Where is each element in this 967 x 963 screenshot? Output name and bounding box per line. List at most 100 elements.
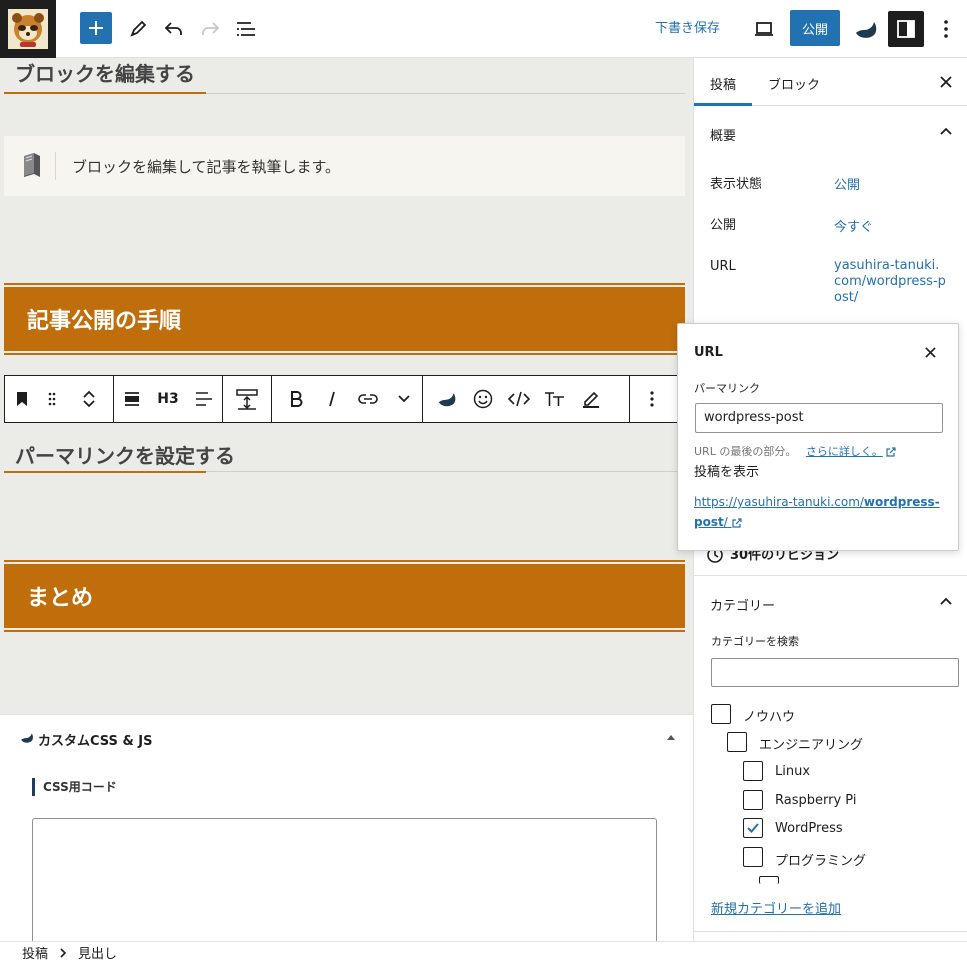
add-block-button[interactable] <box>80 12 112 44</box>
chevron-right-icon <box>60 947 67 958</box>
category-label: プログラミング <box>775 854 867 869</box>
learn-more-link[interactable]: さらに詳しく。 <box>806 445 883 458</box>
add-new-category-link[interactable]: 新規カテゴリーを追加 <box>711 898 841 917</box>
panel-title[interactable]: カスタムCSS & JS <box>38 730 153 749</box>
tools-button[interactable] <box>120 11 156 47</box>
plugin-button[interactable] <box>848 11 884 47</box>
chevron-down-icon <box>397 394 411 404</box>
h2-heading-text[interactable]: 記事公開の手順 <box>4 287 685 351</box>
close-icon[interactable] <box>940 76 952 88</box>
info-box-block[interactable]: ブロックを編集して記事を執筆します。 <box>4 136 685 196</box>
align-wide-icon <box>124 392 140 406</box>
h2-heading-text[interactable]: まとめ <box>4 564 685 628</box>
bold-icon <box>289 391 303 407</box>
category-checkbox-engineering[interactable] <box>727 732 747 752</box>
inline-code-button[interactable] <box>501 376 537 422</box>
visibility-value[interactable]: 公開 <box>834 174 860 193</box>
category-label: ノウハウ <box>743 710 796 725</box>
post-url-base[interactable]: https://yasuhira-tanuki.com/ <box>694 495 864 509</box>
heading-text[interactable]: パーマリンクを設定する <box>4 440 685 469</box>
summary-panel-title[interactable]: 概要 <box>710 125 736 144</box>
emoji-button[interactable] <box>465 376 501 422</box>
link-button[interactable] <box>350 376 386 422</box>
heading-block[interactable]: ブロックを編集する <box>4 58 685 94</box>
block-options-button[interactable] <box>630 376 674 422</box>
category-checkbox-programming[interactable] <box>743 847 763 867</box>
category-checkbox-raspberry-pi[interactable] <box>743 790 763 810</box>
checkmark-icon <box>745 820 761 836</box>
vertical-dots-icon <box>944 20 948 38</box>
category-label: Raspberry Pi <box>775 793 857 808</box>
category-checkbox-wordpress[interactable] <box>743 818 763 838</box>
css-code-textarea[interactable] <box>32 818 657 958</box>
category-checkbox-linux[interactable] <box>743 761 763 781</box>
tab-block[interactable]: ブロック <box>768 74 820 93</box>
post-url-suffix[interactable]: / <box>724 515 728 529</box>
permalink-input[interactable]: wordpress-post <box>695 403 943 433</box>
category-search-input[interactable] <box>711 658 959 687</box>
breadcrumb-item-post[interactable]: 投稿 <box>22 943 48 962</box>
settings-sidebar-toggle[interactable] <box>888 11 924 47</box>
chevron-up-icon[interactable] <box>940 127 952 135</box>
publish-button[interactable]: 公開 <box>790 10 840 46</box>
heading-text[interactable]: ブロックを編集する <box>4 58 685 87</box>
italic-icon <box>326 391 338 407</box>
breadcrumb: 投稿 見出し <box>0 941 967 963</box>
sidebar-tabs: 投稿 ブロック <box>694 58 967 106</box>
h2-heading-block[interactable]: 記事公開の手順 <box>4 283 685 355</box>
more-formats-button[interactable] <box>386 376 422 422</box>
font-size-button[interactable] <box>537 376 573 422</box>
heading-level-button[interactable]: H3 <box>150 376 186 422</box>
redo-button[interactable] <box>192 11 228 47</box>
highlight-button[interactable] <box>573 376 609 422</box>
heading-block-selected[interactable]: パーマリンクを設定する <box>4 440 685 473</box>
desktop-icon <box>754 21 774 37</box>
options-menu-button[interactable] <box>928 11 964 47</box>
popover-title: URL <box>694 345 723 360</box>
document-overview-button[interactable] <box>228 11 264 47</box>
view-post-link[interactable]: https://yasuhira-tanuki.com/wordpress-po… <box>694 492 944 532</box>
undo-button[interactable] <box>156 11 192 47</box>
heading-accent-line <box>4 92 206 94</box>
toolbar-group-spacing <box>223 376 272 422</box>
site-logo-button[interactable] <box>0 0 56 58</box>
url-value[interactable]: yasuhira-tanuki.com/wordpress-post/ <box>834 258 946 306</box>
info-box-text[interactable]: ブロックを編集して記事を執筆します。 <box>72 156 340 177</box>
chevron-up-icon[interactable] <box>82 389 96 399</box>
category-checkbox-partial[interactable] <box>759 876 779 884</box>
preview-button[interactable] <box>746 11 782 47</box>
marker-icon <box>581 389 601 409</box>
text-align-button[interactable] <box>186 376 222 422</box>
tab-post[interactable]: 投稿 <box>710 74 736 93</box>
bookmark-icon <box>15 391 29 407</box>
save-draft-button[interactable]: 下書き保存 <box>655 17 720 36</box>
plugin-format-button[interactable] <box>429 376 465 422</box>
pen-icon <box>129 20 147 38</box>
italic-button[interactable] <box>314 376 350 422</box>
chevron-down-icon[interactable] <box>82 399 96 409</box>
category-label: WordPress <box>775 821 843 836</box>
categories-panel-title[interactable]: カテゴリー <box>710 595 775 614</box>
spacing-button[interactable] <box>223 376 271 422</box>
chevron-up-icon[interactable] <box>940 597 952 605</box>
category-label: エンジニアリング <box>759 738 864 753</box>
drag-handle[interactable] <box>39 376 65 422</box>
book-icon <box>21 152 43 178</box>
link-icon <box>358 393 378 405</box>
publish-date-value[interactable]: 今すぐ <box>834 216 873 235</box>
move-block-buttons[interactable] <box>65 376 113 422</box>
visibility-label: 表示状態 <box>710 177 763 192</box>
h2-heading-block[interactable]: まとめ <box>4 560 685 632</box>
bold-button[interactable] <box>278 376 314 422</box>
drag-icon <box>47 391 57 407</box>
collapse-arrow-icon[interactable] <box>666 733 676 741</box>
editor-top-toolbar: 下書き保存 公開 <box>0 0 967 58</box>
permalink-label: パーマリンク <box>694 382 760 395</box>
leaf-icon <box>436 390 458 408</box>
custom-css-js-panel: カスタムCSS & JS CSS用コード <box>0 714 693 958</box>
breadcrumb-item-heading[interactable]: 見出し <box>78 943 117 962</box>
block-type-button[interactable] <box>5 376 39 422</box>
align-wide-button[interactable] <box>114 376 150 422</box>
close-icon[interactable] <box>925 347 936 358</box>
category-checkbox-knowhow[interactable] <box>711 704 731 724</box>
